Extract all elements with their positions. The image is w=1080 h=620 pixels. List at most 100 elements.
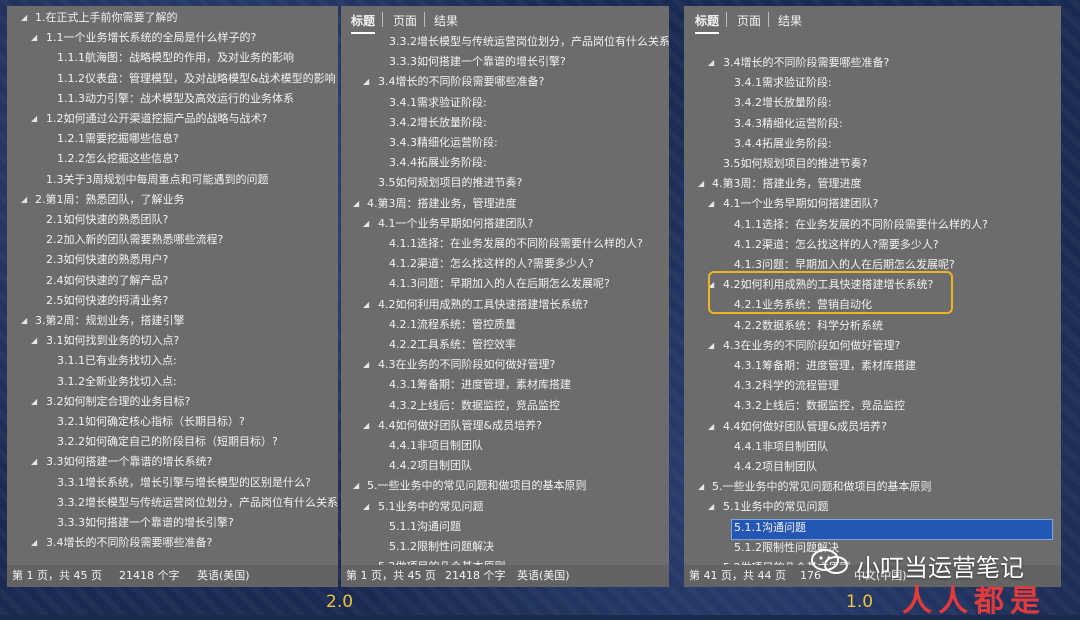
tree-item[interactable]: 3.5如何规划项目的推进节奏? bbox=[684, 154, 1061, 174]
tree-item[interactable]: 1.1.1航海图：战略模型的作用，及对业务的影响 bbox=[7, 48, 338, 68]
tree-item[interactable]: 1.3关于3周规划中每周重点和可能遇到的问题 bbox=[7, 170, 338, 190]
tree-item[interactable]: 4.2.2数据系统：科学分析系统 bbox=[684, 316, 1061, 336]
tree-item[interactable]: 4.4.1非项目制团队 bbox=[684, 437, 1061, 457]
tree-item[interactable]: 3.3.3如何搭建一个靠谱的增长引擎? bbox=[341, 52, 669, 72]
collapse-triangle-icon[interactable]: ◢ bbox=[21, 8, 27, 28]
tab-results[interactable]: 结果 bbox=[778, 12, 802, 29]
tree-item[interactable]: 3.1.2全新业务找切入点: bbox=[7, 372, 338, 392]
tree-item[interactable]: ◢ 5.一些业务中的常见问题和做项目的基本原则 bbox=[341, 476, 669, 496]
tree-item[interactable]: 3.4.4拓展业务阶段: bbox=[341, 153, 669, 173]
tree-item[interactable]: ◢ 3.3如何搭建一个靠谱的增长系统? bbox=[7, 452, 338, 472]
tree-item[interactable]: 4.1.1选择：在业务发展的不同阶段需要什么样的人? bbox=[341, 234, 669, 254]
collapse-triangle-icon[interactable]: ◢ bbox=[31, 109, 37, 129]
tree-item[interactable]: 3.4.1需求验证阶段: bbox=[684, 73, 1061, 93]
collapse-triangle-icon[interactable]: ◢ bbox=[708, 194, 714, 214]
tree-item[interactable]: ◢ 4.4如何做好团队管理&成员培养? bbox=[341, 416, 669, 436]
collapse-triangle-icon[interactable]: ◢ bbox=[363, 214, 369, 234]
tree-item[interactable]: 3.4.2增长放量阶段: bbox=[684, 93, 1061, 113]
tree-item[interactable]: 4.1.1选择：在业务发展的不同阶段需要什么样的人? bbox=[684, 215, 1061, 235]
tree-item[interactable]: 3.3.1增长系统，增长引擎与增长模型的区别是什么? bbox=[7, 473, 338, 493]
tree-item[interactable]: 1.1.2仪表盘：管理模型，及对战略模型&战术模型的影响 bbox=[7, 69, 338, 89]
tree-item[interactable]: 4.1.2渠道：怎么找这样的人?需要多少人? bbox=[341, 254, 669, 274]
tab-pages[interactable]: 页面 bbox=[393, 12, 417, 29]
tree-item[interactable]: 4.3.2上线后：数据监控，竞品监控 bbox=[684, 396, 1061, 416]
collapse-triangle-icon[interactable]: ◢ bbox=[708, 336, 714, 356]
collapse-triangle-icon[interactable]: ◢ bbox=[363, 355, 369, 375]
tree-item[interactable]: 1.1.3动力引擎：战术模型及高效运行的业务体系 bbox=[7, 89, 338, 109]
collapse-triangle-icon[interactable]: ◢ bbox=[31, 392, 37, 412]
collapse-triangle-icon[interactable]: ◢ bbox=[363, 295, 369, 315]
word-count[interactable]: 21418 个字 bbox=[119, 565, 180, 587]
tree-item[interactable]: 4.4.2项目制团队 bbox=[684, 457, 1061, 477]
tab-headings[interactable]: 标题 bbox=[351, 12, 375, 29]
page-count[interactable]: 第 41 页，共 44 页 bbox=[689, 565, 786, 587]
tree-item[interactable]: ◢ 4.1一个业务早期如何搭建团队? bbox=[341, 214, 669, 234]
tree-item[interactable]: 4.4.1非项目制团队 bbox=[341, 436, 669, 456]
tree-item[interactable]: ◢ 3.4增长的不同阶段需要哪些准备? bbox=[7, 533, 338, 553]
collapse-triangle-icon[interactable]: ◢ bbox=[363, 72, 369, 92]
tree-item[interactable]: 3.3.3如何搭建一个靠谱的增长引擎? bbox=[7, 513, 338, 533]
collapse-triangle-icon[interactable]: ◢ bbox=[698, 174, 704, 194]
tree-item[interactable]: ◢ 4.2如何利用成熟的工具快速搭建增长系统? bbox=[341, 295, 669, 315]
tree-item[interactable]: 3.4.1需求验证阶段: bbox=[341, 93, 669, 113]
tree-item[interactable]: 5.1.2限制性问题解决 bbox=[341, 537, 669, 557]
tree-item[interactable]: 4.4.2项目制团队 bbox=[341, 456, 669, 476]
language-indicator[interactable]: 英语(美国) bbox=[197, 565, 250, 587]
tree-item[interactable]: 4.3.1筹备期：进度管理，素材库搭建 bbox=[684, 356, 1061, 376]
tree-item[interactable]: ◢ 3.2如何制定合理的业务目标? bbox=[7, 392, 338, 412]
tree-item[interactable]: 3.4.3精细化运营阶段: bbox=[684, 114, 1061, 134]
tree-item[interactable]: ◢ 3.4增长的不同阶段需要哪些准备? bbox=[341, 72, 669, 92]
collapse-triangle-icon[interactable]: ◢ bbox=[21, 190, 27, 210]
tree-item[interactable]: 4.2.1流程系统：管控质量 bbox=[341, 315, 669, 335]
tree-item[interactable]: 3.4.2增长放量阶段: bbox=[341, 113, 669, 133]
tab-headings[interactable]: 标题 bbox=[695, 12, 719, 29]
tree-item[interactable]: ◢ 4.1一个业务早期如何搭建团队? bbox=[684, 194, 1061, 214]
tree-item[interactable]: ◢ 3.第2周：规划业务，搭建引擎 bbox=[7, 311, 338, 331]
collapse-triangle-icon[interactable]: ◢ bbox=[31, 452, 37, 472]
tree-item[interactable]: ◢ 3.1如何找到业务的切入点? bbox=[7, 331, 338, 351]
tree-item[interactable]: ◢ 5.1业务中的常见问题 bbox=[341, 497, 669, 517]
tree-item[interactable]: 1.2.1需要挖掘哪些信息? bbox=[7, 129, 338, 149]
page-count[interactable]: 第 1 页，共 45 页 bbox=[12, 565, 102, 587]
tree-item[interactable]: 2.4如何快速的了解产品? bbox=[7, 271, 338, 291]
tree-item[interactable]: 4.1.2渠道：怎么找这样的人?需要多少人? bbox=[684, 235, 1061, 255]
tree-item[interactable]: 3.1.1已有业务找切入点: bbox=[7, 351, 338, 371]
tree-item[interactable]: 3.2.1如何确定核心指标（长期目标）? bbox=[7, 412, 338, 432]
collapse-triangle-icon[interactable]: ◢ bbox=[353, 476, 359, 496]
tree-item[interactable]: ◢ 5.1业务中的常见问题 bbox=[684, 497, 1061, 517]
tree-item[interactable]: ◢ 4.3在业务的不同阶段如何做好管理? bbox=[684, 336, 1061, 356]
tree-item[interactable]: 4.2.2工具系统：管控效率 bbox=[341, 335, 669, 355]
tree-item[interactable]: 4.3.2上线后：数据监控，竞品监控 bbox=[341, 396, 669, 416]
tree-item[interactable]: 5.1.1沟通问题 bbox=[341, 517, 669, 537]
collapse-triangle-icon[interactable]: ◢ bbox=[708, 53, 714, 73]
tree-item[interactable]: 3.3.2增长模型与传统运营岗位划分，产品岗位有什么关系? bbox=[341, 32, 669, 52]
tree-item[interactable]: ◢ 4.第3周：搭建业务，管理进度 bbox=[684, 174, 1061, 194]
tree-item[interactable]: ◢ 5.一些业务中的常见问题和做项目的基本原则 bbox=[684, 477, 1061, 497]
tree-item[interactable]: 4.3.1筹备期：进度管理，素材库搭建 bbox=[341, 375, 669, 395]
collapse-triangle-icon[interactable]: ◢ bbox=[31, 533, 37, 553]
tree-item[interactable]: 3.2.2如何确定自己的阶段目标（短期目标）? bbox=[7, 432, 338, 452]
tree-item[interactable]: 1.2.2怎么挖掘这些信息? bbox=[7, 149, 338, 169]
collapse-triangle-icon[interactable]: ◢ bbox=[698, 477, 704, 497]
tree-item[interactable]: ◢ 4.第3周：搭建业务，管理进度 bbox=[341, 194, 669, 214]
tree-item[interactable]: ◢ 4.4如何做好团队管理&成员培养? bbox=[684, 417, 1061, 437]
language-indicator[interactable]: 英语(美国) bbox=[517, 565, 570, 587]
collapse-triangle-icon[interactable]: ◢ bbox=[353, 194, 359, 214]
collapse-triangle-icon[interactable]: ◢ bbox=[21, 311, 27, 331]
tree-item[interactable]: 3.5如何规划项目的推进节奏? bbox=[341, 173, 669, 193]
tree-item[interactable]: ◢ 1.2如何通过公开渠道挖掘产品的战略与战术? bbox=[7, 109, 338, 129]
tree-item[interactable]: 2.3如何快速的熟悉用户? bbox=[7, 250, 338, 270]
tree-item[interactable]: 2.5如何快速的捋清业务? bbox=[7, 291, 338, 311]
tree-item-selected[interactable]: 5.1.1沟通问题 bbox=[684, 518, 1061, 540]
tab-results[interactable]: 结果 bbox=[434, 12, 458, 29]
collapse-triangle-icon[interactable]: ◢ bbox=[708, 417, 714, 437]
collapse-triangle-icon[interactable]: ◢ bbox=[363, 497, 369, 517]
tree-item[interactable]: 3.4.4拓展业务阶段: bbox=[684, 134, 1061, 154]
tree-item[interactable]: 3.4.3精细化运营阶段: bbox=[341, 133, 669, 153]
tree-item[interactable]: 4.3.2科学的流程管理 bbox=[684, 376, 1061, 396]
tree-item[interactable]: ◢ 4.3在业务的不同阶段如何做好管理? bbox=[341, 355, 669, 375]
tree-item[interactable]: 2.1如何快速的熟悉团队? bbox=[7, 210, 338, 230]
tree-item[interactable]: ◢ 1.1一个业务增长系统的全局是什么样子的? bbox=[7, 28, 338, 48]
tree-item[interactable]: 2.2加入新的团队需要熟悉哪些流程? bbox=[7, 230, 338, 250]
tree-item[interactable]: ◢ 3.4增长的不同阶段需要哪些准备? bbox=[684, 53, 1061, 73]
